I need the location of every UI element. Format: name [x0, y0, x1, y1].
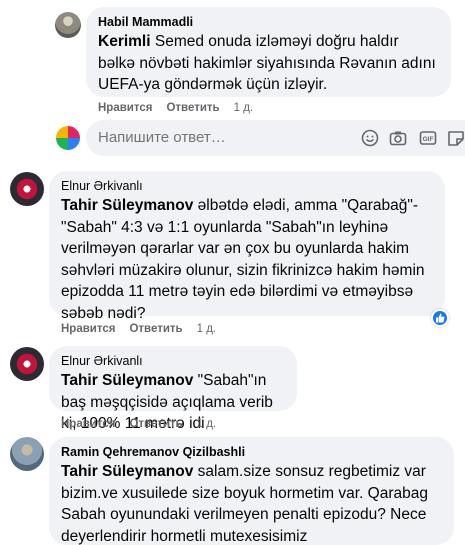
reply-composer[interactable]: GIF	[86, 120, 465, 156]
mention-link[interactable]: Tahir Süleymanov	[61, 463, 193, 480]
avatar-ramin[interactable]	[10, 437, 44, 471]
comment-author[interactable]: Elnur Ərkivanlı	[61, 353, 285, 370]
avatar-habil[interactable]	[55, 12, 81, 38]
current-user-avatar[interactable]	[56, 126, 80, 150]
comment-time[interactable]: 1 д.	[234, 102, 254, 114]
smiley-icon[interactable]	[361, 129, 379, 147]
comment-bubble-1: Habil Mammadli Kerimli Semed onuda izləm…	[86, 7, 451, 97]
like-button[interactable]: Нравится	[61, 418, 115, 430]
reply-input[interactable]	[98, 129, 298, 146]
avatar-elnur[interactable]	[10, 172, 44, 206]
reply-button[interactable]: Ответить	[129, 418, 182, 430]
mention-link[interactable]: Kerimli	[98, 33, 151, 50]
comment-author[interactable]: Ramin Qehremanov Qizilbashli	[61, 444, 442, 461]
camera-icon[interactable]	[389, 129, 407, 147]
comment-author[interactable]: Habil Mammadli	[98, 14, 439, 31]
comment-actions-2: Нравится Ответить 1 д.	[61, 322, 216, 336]
comment-author[interactable]: Elnur Ərkivanlı	[61, 178, 433, 195]
comment-time[interactable]: 1 д.	[197, 418, 217, 430]
like-button[interactable]: Нравится	[61, 323, 115, 335]
avatar-elnur[interactable]	[10, 347, 44, 381]
gif-icon[interactable]: GIF	[419, 129, 437, 147]
comment-bubble-3: Elnur Ərkivanlı Tahir Süleymanov "Sabah"…	[49, 346, 297, 432]
thumbs-up-icon	[436, 313, 445, 323]
comment-text: Tahir Süleymanov əlbətdə elədi, amma "Qa…	[61, 197, 425, 322]
comment-actions-3: Нравится Ответить 1 д.	[61, 417, 216, 431]
reply-button[interactable]: Ответить	[166, 102, 219, 114]
comment-bubble-2: Elnur Ərkivanlı Tahir Süleymanov əlbətdə…	[49, 171, 445, 322]
mention-link[interactable]: Tahir Süleymanov	[61, 372, 193, 389]
like-reaction-badge[interactable]	[431, 309, 449, 327]
like-button[interactable]: Нравится	[98, 102, 152, 114]
comment-time[interactable]: 1 д.	[197, 323, 217, 335]
svg-text:GIF: GIF	[423, 136, 434, 143]
sticker-icon[interactable]	[447, 129, 465, 147]
comment-text: Tahir Süleymanov salam.size sonsuz regbe…	[61, 463, 428, 545]
reply-button[interactable]: Ответить	[129, 323, 182, 335]
comment-actions-1: Нравится Ответить 1 д.	[98, 101, 253, 115]
comment-bubble-4: Ramin Qehremanov Qizilbashli Tahir Süley…	[49, 437, 454, 545]
comment-text: Kerimli Semed onuda izləməyi doğru haldı…	[98, 33, 436, 93]
mention-link[interactable]: Tahir Süleymanov	[61, 197, 193, 214]
